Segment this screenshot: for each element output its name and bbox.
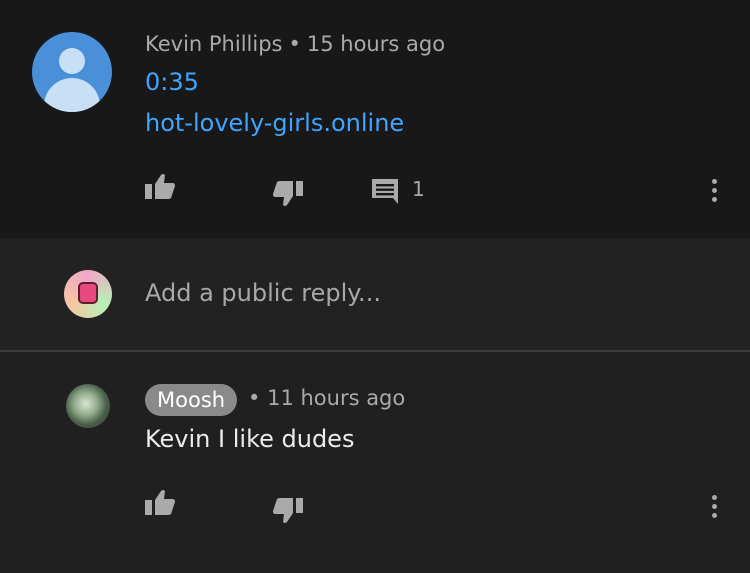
reply-input[interactable]: Add a public reply... <box>145 279 381 307</box>
avatar[interactable] <box>32 32 112 112</box>
avatar-face-shape <box>78 282 98 304</box>
current-user-avatar <box>64 270 112 318</box>
reply-author-badge[interactable]: Moosh <box>145 384 238 416</box>
kebab-dot <box>711 503 717 509</box>
meta-separator: • <box>248 386 261 410</box>
url-link[interactable]: hot-lovely-girls.online <box>145 109 404 137</box>
thumb-up-icon <box>145 490 175 515</box>
reply-like-button[interactable] <box>144 488 176 516</box>
meta-separator: • <box>288 32 301 56</box>
kebab-dot <box>711 494 717 500</box>
comment-meta: Kevin Phillips • 15 hours ago <box>145 32 445 56</box>
kebab-dot <box>711 187 717 193</box>
reply-count: 1 <box>412 177 425 201</box>
dislike-button[interactable] <box>272 180 304 208</box>
thumb-up-icon <box>145 174 175 199</box>
reply-dislike-button[interactable] <box>272 497 304 525</box>
more-vert-icon[interactable] <box>704 175 724 205</box>
reply-author-avatar[interactable] <box>66 384 110 428</box>
reply-timestamp[interactable]: 11 hours ago <box>267 386 405 410</box>
kebab-dot <box>711 512 717 518</box>
kebab-dot <box>711 178 717 184</box>
more-vert-icon[interactable] <box>704 491 724 521</box>
reply-button[interactable] <box>371 177 399 205</box>
like-button[interactable] <box>144 172 176 200</box>
comment-timestamp[interactable]: 15 hours ago <box>307 32 445 56</box>
avatar-body-shape <box>44 78 100 112</box>
timestamp-link[interactable]: 0:35 <box>145 68 199 96</box>
thumb-down-icon <box>273 181 303 206</box>
reply-icon <box>372 179 398 204</box>
reply-text: Kevin I like dudes <box>145 425 355 453</box>
kebab-dot <box>711 196 717 202</box>
reply-meta: • 11 hours ago <box>248 386 405 410</box>
thumb-down-icon <box>273 498 303 523</box>
comment-author[interactable]: Kevin Phillips <box>145 32 282 56</box>
avatar-head-shape <box>59 48 85 74</box>
